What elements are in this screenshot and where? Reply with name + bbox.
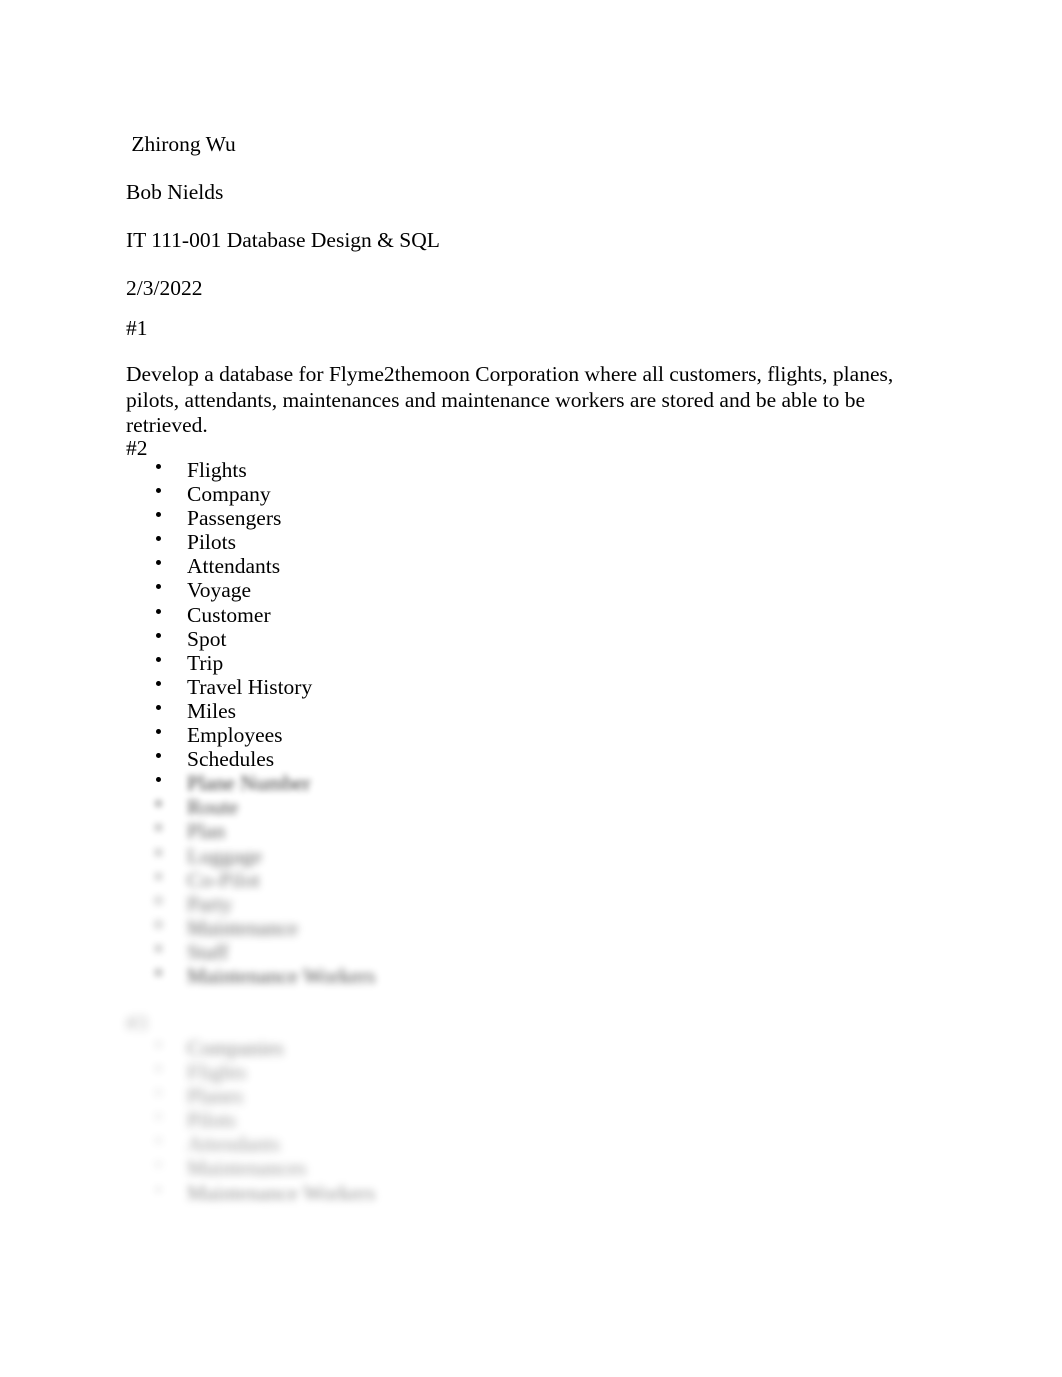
- bullet-icon: [156, 608, 161, 614]
- instructor-name: Bob Nields: [126, 180, 224, 204]
- list-item-label: Company: [187, 482, 271, 507]
- list-item: Miles: [0, 699, 1062, 723]
- list-item: Party: [0, 892, 1062, 916]
- bullet-icon: [156, 560, 161, 566]
- list-item: Plane Number: [0, 771, 1062, 795]
- list-item-label: Plan: [187, 819, 226, 844]
- list-item: Maintenances: [0, 1156, 1062, 1180]
- bullet-icon: [156, 1090, 161, 1096]
- author-name: Zhirong Wu: [126, 132, 236, 156]
- bullet-icon: [156, 849, 161, 855]
- bullet-icon: [156, 656, 161, 662]
- bullet-icon: [156, 777, 161, 783]
- list-item-label: Attendants: [187, 1132, 281, 1157]
- list-item: Route: [0, 795, 1062, 819]
- list-item: Pilots: [0, 1108, 1062, 1132]
- document-header: Zhirong Wu Bob Nields IT 111-001 Databas…: [126, 120, 946, 312]
- bullet-icon: [156, 488, 161, 494]
- list-item: Customer: [0, 603, 1062, 627]
- bullet-icon: [156, 1186, 161, 1192]
- list-item-label: Passengers: [187, 506, 282, 531]
- list-item: Pilots: [0, 530, 1062, 554]
- bullet-icon: [156, 729, 161, 735]
- list-item: Employees: [0, 723, 1062, 747]
- list-item-label: Customer: [187, 602, 271, 627]
- bullet-icon: [156, 704, 161, 710]
- bullet-icon: [156, 1138, 161, 1144]
- bullet-icon: [156, 536, 161, 542]
- list-item-label: Spot: [187, 626, 227, 651]
- section-two-list: Flights Company Passengers Pilots Attend…: [0, 458, 1062, 988]
- list-item-label: Schedules: [187, 747, 275, 772]
- bullet-icon: [156, 632, 161, 638]
- bullet-icon: [156, 1042, 161, 1047]
- list-item: Co-Pilot: [0, 868, 1062, 892]
- list-item-label: Planes: [187, 1084, 244, 1109]
- list-item-label: Employees: [187, 723, 283, 748]
- list-item-label: Co-Pilot: [187, 867, 260, 892]
- list-item-label: Trip: [187, 650, 224, 675]
- bullet-icon: [156, 584, 161, 590]
- list-item: Voyage: [0, 578, 1062, 602]
- list-item: Plan: [0, 819, 1062, 843]
- bullet-icon: [156, 801, 161, 807]
- list-item: Spot: [0, 627, 1062, 651]
- bullet-icon: [156, 680, 161, 686]
- bullet-icon: [156, 464, 161, 469]
- list-item: Company: [0, 482, 1062, 506]
- list-item: Maintenance Workers: [0, 1181, 1062, 1205]
- section-three-heading: #3: [126, 1011, 148, 1035]
- list-item-label: Luggage: [187, 843, 263, 868]
- list-item: Attendants: [0, 1132, 1062, 1156]
- section-one-heading: #1: [126, 316, 148, 340]
- list-item: Schedules: [0, 747, 1062, 771]
- list-item-label: Flights: [187, 458, 247, 482]
- bullet-icon: [156, 512, 161, 518]
- list-item-label: Plane Number: [187, 771, 311, 796]
- list-item: Flights: [0, 1060, 1062, 1084]
- list-item-label: Maintenance: [187, 915, 299, 940]
- bullet-icon: [156, 1066, 161, 1072]
- list-item: Trip: [0, 651, 1062, 675]
- list-item: Travel History: [0, 675, 1062, 699]
- document-page: Zhirong Wu Bob Nields IT 111-001 Databas…: [0, 0, 1062, 1377]
- list-item: Staff: [0, 940, 1062, 964]
- bullet-icon: [156, 897, 161, 903]
- bullet-icon: [156, 825, 161, 831]
- bullet-icon: [156, 1114, 161, 1120]
- list-item: Maintenance Workers: [0, 964, 1062, 988]
- assignment-date: 2/3/2022: [126, 276, 203, 300]
- list-item-label: Maintenances: [187, 1156, 307, 1181]
- list-item-label: Attendants: [187, 554, 281, 579]
- section-one-body: Develop a database for Flyme2themoon Cor…: [126, 362, 894, 437]
- list-item: Attendants: [0, 554, 1062, 578]
- list-item-label: Flights: [187, 1060, 247, 1085]
- list-item: Companies: [0, 1036, 1062, 1060]
- list-item-label: Maintenance Workers: [187, 1180, 376, 1205]
- bullet-icon: [156, 873, 161, 879]
- list-item-label: Staff: [187, 939, 229, 964]
- list-item-label: Pilots: [187, 1108, 236, 1133]
- list-item-label: Pilots: [187, 530, 236, 555]
- list-item: Passengers: [0, 506, 1062, 530]
- list-item-label: Travel History: [187, 674, 313, 699]
- list-item: Luggage: [0, 844, 1062, 868]
- list-item: Flights: [0, 458, 1062, 482]
- bullet-icon: [156, 753, 161, 759]
- bullet-icon: [156, 1162, 161, 1168]
- list-item-label: Maintenance Workers: [187, 963, 376, 988]
- bullet-icon: [156, 921, 161, 927]
- list-item-label: Voyage: [187, 578, 252, 603]
- list-item-label: Companies: [187, 1036, 284, 1060]
- section-three-list: Companies Flights Planes Pilots Attendan…: [0, 1036, 1062, 1205]
- list-item-label: Route: [187, 795, 239, 820]
- list-item: Maintenance: [0, 916, 1062, 940]
- list-item-label: Party: [187, 891, 233, 916]
- bullet-icon: [156, 945, 161, 951]
- bullet-icon: [156, 969, 161, 975]
- list-item-label: Miles: [187, 698, 236, 723]
- course-title: IT 111-001 Database Design & SQL: [126, 228, 440, 252]
- list-item: Planes: [0, 1084, 1062, 1108]
